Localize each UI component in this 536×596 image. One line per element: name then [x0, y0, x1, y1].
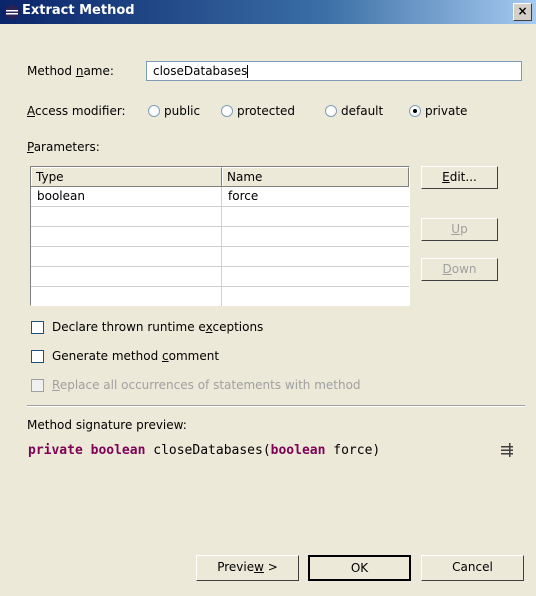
extract-method-dialog: Extract Method × Method name: closeDatab… [0, 0, 536, 596]
method-signature-name: closeDatabases( [153, 443, 271, 458]
column-header-type[interactable]: Type [31, 167, 222, 186]
signature-preview-text: private boolean closeDatabases(boolean f… [28, 443, 380, 458]
parameters-label-text: arameters: [33, 140, 100, 154]
cell-empty [31, 207, 222, 226]
table-row-empty [31, 247, 409, 267]
cell-empty [31, 287, 222, 306]
method-name-label-text-end: ame: [83, 64, 114, 78]
cell-name[interactable]: force [222, 187, 409, 206]
up-label: p [460, 222, 468, 236]
method-name-input[interactable]: closeDatabases [146, 61, 522, 81]
parameters-table[interactable]: Type Name boolean force [30, 166, 410, 306]
close-button[interactable]: × [513, 3, 532, 21]
generate-comment-box[interactable] [31, 349, 44, 363]
radio-public-dot[interactable] [148, 105, 160, 117]
table-row-empty [31, 207, 409, 227]
parameters-mnemonic: P [27, 140, 34, 154]
method-name-label: Method name: [27, 64, 114, 78]
generate-comment-label: Generate method comment [52, 349, 219, 363]
replace-text: eplace all occurrences of statements wit… [59, 378, 361, 392]
edit-mnemonic: E [442, 170, 450, 184]
down-label: own [451, 262, 477, 276]
replace-mnemonic: R [52, 378, 60, 392]
generate-mnemonic: c [162, 349, 169, 363]
declare-exceptions-box[interactable] [31, 320, 44, 334]
declare-exceptions-label: Declare thrown runtime exceptions [52, 320, 263, 334]
access-modifier-label-text: ccess modifier: [35, 104, 126, 118]
down-mnemonic: D [442, 262, 452, 276]
preview-text: Previe [217, 560, 255, 574]
separator [27, 405, 525, 407]
keyword-private: private [28, 443, 83, 458]
edit-label: dit... [449, 170, 477, 184]
param-name: force) [333, 443, 381, 458]
text-caret [247, 65, 249, 78]
declare-text-end: ceptions [212, 320, 264, 334]
cell-empty [222, 207, 409, 226]
down-button[interactable]: Down [421, 258, 498, 281]
method-name-value: closeDatabases [153, 64, 248, 78]
radio-default-dot[interactable] [325, 105, 337, 117]
preview-text-end: > [263, 560, 278, 574]
replace-occurrences-checkbox[interactable]: Replace all occurrences of statements wi… [31, 378, 361, 392]
window-title: Extract Method [22, 3, 135, 18]
cell-empty [222, 227, 409, 246]
cell-empty [222, 247, 409, 266]
cell-empty [222, 287, 409, 306]
cancel-button[interactable]: Cancel [421, 555, 524, 581]
radio-private-label: private [425, 104, 468, 118]
table-row-empty [31, 227, 409, 247]
generate-comment-checkbox[interactable]: Generate method comment [31, 349, 219, 363]
radio-default[interactable]: default [325, 104, 383, 118]
table-row[interactable]: boolean force [31, 187, 409, 207]
access-modifier-label: Access modifier: [27, 104, 126, 118]
generate-text-end: omment [168, 349, 220, 363]
ok-button[interactable]: OK [308, 555, 411, 581]
signature-preview-label: Method signature preview: [27, 418, 187, 432]
cell-empty [31, 227, 222, 246]
edit-button[interactable]: Edit... [421, 166, 498, 189]
cell-type[interactable]: boolean [31, 187, 222, 206]
preview-mnemonic: w [254, 560, 264, 574]
expand-preview-icon[interactable] [500, 443, 514, 457]
cell-empty [31, 267, 222, 286]
generate-text: Generate method [52, 349, 163, 363]
cell-empty [31, 247, 222, 266]
replace-occurrences-label: Replace all occurrences of statements wi… [52, 378, 361, 392]
radio-public[interactable]: public [148, 104, 200, 118]
up-button[interactable]: Up [421, 218, 498, 241]
table-row-empty [31, 287, 409, 306]
param-keyword-boolean: boolean [270, 443, 326, 458]
radio-protected-dot[interactable] [221, 105, 233, 117]
cell-empty [222, 267, 409, 286]
radio-public-label: public [164, 104, 201, 118]
replace-occurrences-box[interactable] [31, 378, 44, 392]
radio-default-label: default [341, 104, 384, 118]
column-header-name[interactable]: Name [222, 167, 409, 186]
table-header: Type Name [31, 167, 409, 187]
declare-text: Declare thrown runtime e [52, 320, 206, 334]
declare-exceptions-checkbox[interactable]: Declare thrown runtime exceptions [31, 320, 263, 334]
access-modifier-mnemonic: A [27, 104, 35, 118]
radio-private[interactable]: private [409, 104, 467, 118]
preview-button[interactable]: Preview > [196, 555, 299, 581]
radio-private-dot[interactable] [409, 105, 421, 117]
radio-protected[interactable]: protected [221, 104, 295, 118]
up-mnemonic: U [451, 222, 461, 236]
title-bar[interactable]: Extract Method × [0, 0, 536, 24]
keyword-boolean: boolean [90, 443, 146, 458]
eclipse-icon [5, 5, 19, 19]
radio-protected-label: protected [237, 104, 296, 118]
method-name-label-text: Method [27, 64, 76, 78]
table-row-empty [31, 267, 409, 287]
parameters-label: Parameters: [27, 140, 100, 154]
